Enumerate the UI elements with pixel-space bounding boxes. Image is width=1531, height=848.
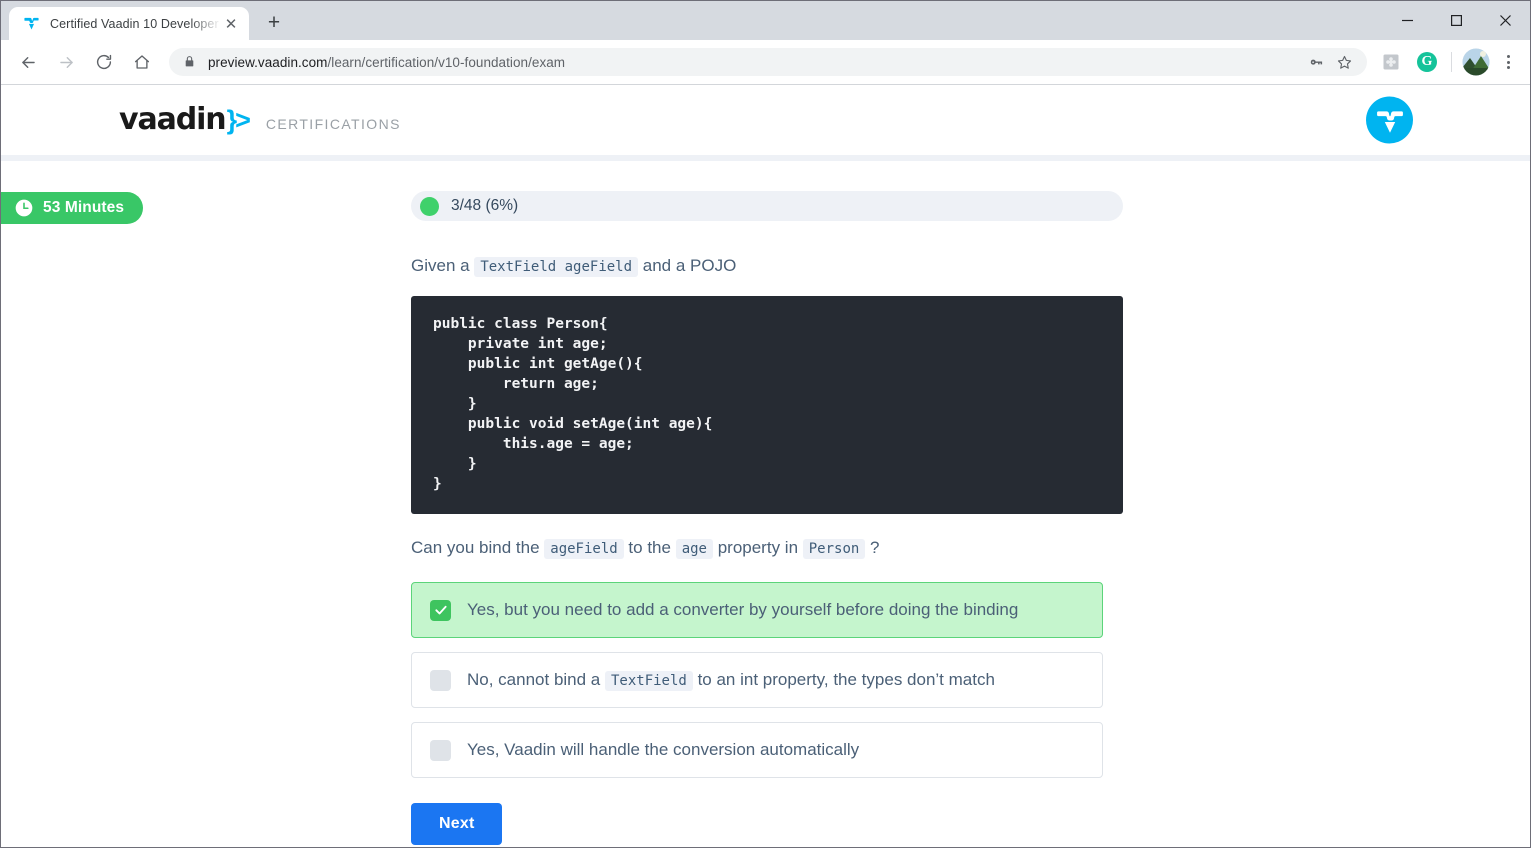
answer-options: Yes, but you need to add a converter by … <box>411 582 1123 778</box>
question-text: Can you bind the ageField to the age pro… <box>411 535 1123 561</box>
address-bar[interactable]: preview.vaadin.com/learn/certification/v… <box>169 48 1367 76</box>
answer-option-label: Yes, but you need to add a converter by … <box>467 598 1018 622</box>
browser-window: Certified Vaadin 10 Developer Ex ✕ + <box>0 0 1531 848</box>
quiz-panel: 3/48 (6%) Given a TextField ageField and… <box>411 191 1123 845</box>
close-window-button[interactable] <box>1481 1 1530 40</box>
browser-toolbar: preview.vaadin.com/learn/certification/v… <box>1 40 1530 85</box>
progress-dot-icon <box>420 197 439 216</box>
back-arrow-icon[interactable] <box>13 47 43 77</box>
new-tab-button[interactable]: + <box>259 8 289 38</box>
maximize-button[interactable] <box>1432 1 1481 40</box>
vaadin-bull-avatar[interactable] <box>1366 97 1413 144</box>
omnibox-icons <box>1303 49 1357 75</box>
vaadin-logo-mark: }> <box>227 107 249 134</box>
answer-option[interactable]: Yes, Vaadin will handle the conversion a… <box>411 722 1103 778</box>
certifications-label: CERTIFICATIONS <box>266 116 401 132</box>
answer-option-label: No, cannot bind a TextField to an int pr… <box>467 668 995 692</box>
minimize-button[interactable] <box>1383 1 1432 40</box>
progress-bar: 3/48 (6%) <box>411 191 1123 221</box>
code-block: public class Person{ private int age; pu… <box>411 296 1123 514</box>
extension-icons: G <box>1373 47 1522 77</box>
exam-content: 53 Minutes 3/48 (6%) Given a TextField a… <box>1 161 1530 845</box>
menu-dot <box>1507 61 1510 64</box>
answer-option-label: Yes, Vaadin will handle the conversion a… <box>467 738 859 762</box>
inline-code: TextField ageField <box>474 257 638 277</box>
toolbar-divider <box>1451 52 1452 72</box>
answer-option[interactable]: No, cannot bind a TextField to an int pr… <box>411 652 1103 708</box>
site-header: vaadin }> CERTIFICATIONS <box>1 85 1530 155</box>
clock-icon <box>14 198 34 218</box>
inline-code: age <box>676 539 713 559</box>
url-text: preview.vaadin.com/learn/certification/v… <box>208 55 1297 70</box>
vaadin-brand[interactable]: vaadin }> CERTIFICATIONS <box>119 105 401 135</box>
page-content: vaadin }> CERTIFICATIONS 53 Minutes <box>1 85 1530 847</box>
browser-menu-icon[interactable] <box>1494 47 1522 77</box>
key-icon[interactable] <box>1303 49 1329 75</box>
exam-timer: 53 Minutes <box>1 192 143 224</box>
profile-avatar[interactable] <box>1462 48 1490 76</box>
timer-label: 53 Minutes <box>43 199 124 217</box>
question-prompt: Given a TextField ageField and a POJO <box>411 253 1123 279</box>
window-controls <box>1383 1 1530 40</box>
bookmark-star-icon[interactable] <box>1331 49 1357 75</box>
lock-icon <box>183 55 197 69</box>
tab-strip: Certified Vaadin 10 Developer Ex ✕ + <box>1 1 289 40</box>
inline-code: Person <box>803 539 866 559</box>
extension-puzzle-icon[interactable] <box>1376 47 1406 77</box>
url-path: /learn/certification/v10-foundation/exam <box>327 55 565 70</box>
menu-dot <box>1507 55 1510 58</box>
home-icon[interactable] <box>127 47 157 77</box>
progress-label: 3/48 (6%) <box>451 197 518 215</box>
inline-code: TextField <box>605 671 693 691</box>
grammarly-extension-icon[interactable]: G <box>1412 47 1442 77</box>
grammarly-letter: G <box>1417 52 1437 72</box>
url-domain: preview.vaadin.com <box>208 55 327 70</box>
browser-tab[interactable]: Certified Vaadin 10 Developer Ex ✕ <box>9 7 249 40</box>
answer-option[interactable]: Yes, but you need to add a converter by … <box>411 582 1103 638</box>
checkbox-unchecked-icon[interactable] <box>430 740 451 761</box>
inline-code: ageField <box>544 539 623 559</box>
code-block-text: public class Person{ private int age; pu… <box>433 314 1101 494</box>
forward-arrow-icon[interactable] <box>51 47 81 77</box>
checkbox-checked-icon[interactable] <box>430 600 451 621</box>
checkbox-unchecked-icon[interactable] <box>430 670 451 691</box>
reload-icon[interactable] <box>89 47 119 77</box>
menu-dot <box>1507 66 1510 69</box>
title-bar: Certified Vaadin 10 Developer Ex ✕ + <box>1 1 1530 40</box>
vaadin-favicon <box>23 15 40 32</box>
tab-close-icon[interactable]: ✕ <box>221 14 241 34</box>
next-button[interactable]: Next <box>411 803 502 845</box>
tab-title: Certified Vaadin 10 Developer Ex <box>50 17 221 31</box>
vaadin-logo-text: vaadin <box>119 105 226 135</box>
